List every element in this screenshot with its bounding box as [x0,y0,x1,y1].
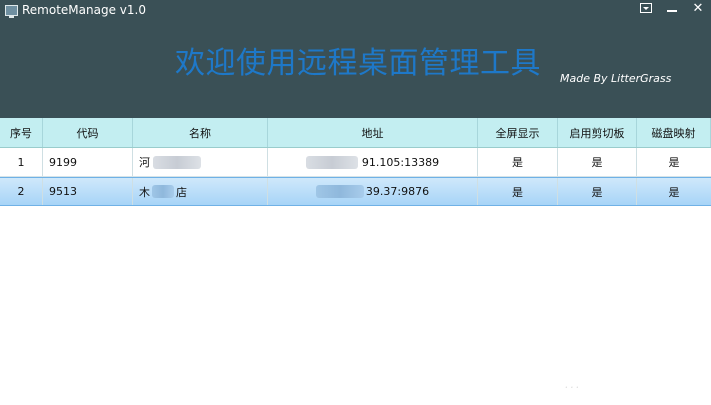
row-disk-mapping: 是 [668,156,680,169]
row-address-text: 91.105:13389 [361,155,440,169]
row-name: 木 店 [133,178,268,205]
column-header-disk-mapping[interactable]: 磁盘映射 [637,118,711,147]
table-row[interactable]: 1 9199 河 91.105:13389 是 是 是 [0,148,711,177]
column-header-name[interactable]: 名称 [133,118,268,147]
row-name: 河 [133,148,268,176]
window-menu-button[interactable] [635,0,657,18]
app-header: RemoteManage v1.0 ✕ 欢迎使用远程桌面管理工具 Made By… [0,0,711,118]
row-code: 9513 [43,178,133,205]
row-name-start: 木 [139,185,150,199]
column-header-index[interactable]: 序号 [0,118,43,147]
monitor-icon [5,5,18,18]
row-name-text: 河 [139,156,150,169]
column-header-clipboard[interactable]: 启用剪切板 [558,118,637,147]
row-index: 1 [0,148,43,176]
row-clipboard: 是 [558,178,637,205]
row-name-end: 店 [176,185,187,199]
row-clipboard: 是 [558,148,637,176]
row-disk-mapping: 是 [668,185,680,199]
row-address: 39.37:9876 [268,178,478,205]
redacted-address-blur [315,185,364,198]
redacted-name-blur [152,185,174,198]
column-header-code[interactable]: 代码 [43,118,133,147]
close-icon: ✕ [692,1,704,16]
welcome-headline: 欢迎使用远程桌面管理工具 [175,46,541,81]
table-header-row: 序号 代码 名称 地址 全屏显示 启用剪切板 磁盘映射 [0,118,711,148]
row-code: 9199 [43,148,133,176]
window-title: RemoteManage v1.0 [22,3,146,17]
connection-table: 序号 代码 名称 地址 全屏显示 启用剪切板 磁盘映射 1 9199 河 91.… [0,118,711,206]
redacted-name-blur [153,155,201,169]
author-credit: Made By LitterGrass [560,72,672,85]
row-fullscreen: 是 [478,148,558,176]
column-header-fullscreen[interactable]: 全屏显示 [478,118,558,147]
minimize-icon [667,10,677,12]
minimize-button[interactable] [661,0,683,18]
redacted-address-blur [305,155,358,169]
row-fullscreen: 是 [478,178,558,205]
dropdown-icon [640,3,652,13]
column-header-address[interactable]: 地址 [268,118,478,147]
close-button[interactable]: ✕ [687,0,709,18]
row-index: 2 [0,178,43,205]
row-address: 91.105:13389 [268,148,478,176]
row-address-text: 39.37:9876 [365,185,430,198]
watermark: ... [565,378,582,391]
table-row-selected[interactable]: 2 9513 木 店 39.37:9876 是 是 是 [0,177,711,206]
